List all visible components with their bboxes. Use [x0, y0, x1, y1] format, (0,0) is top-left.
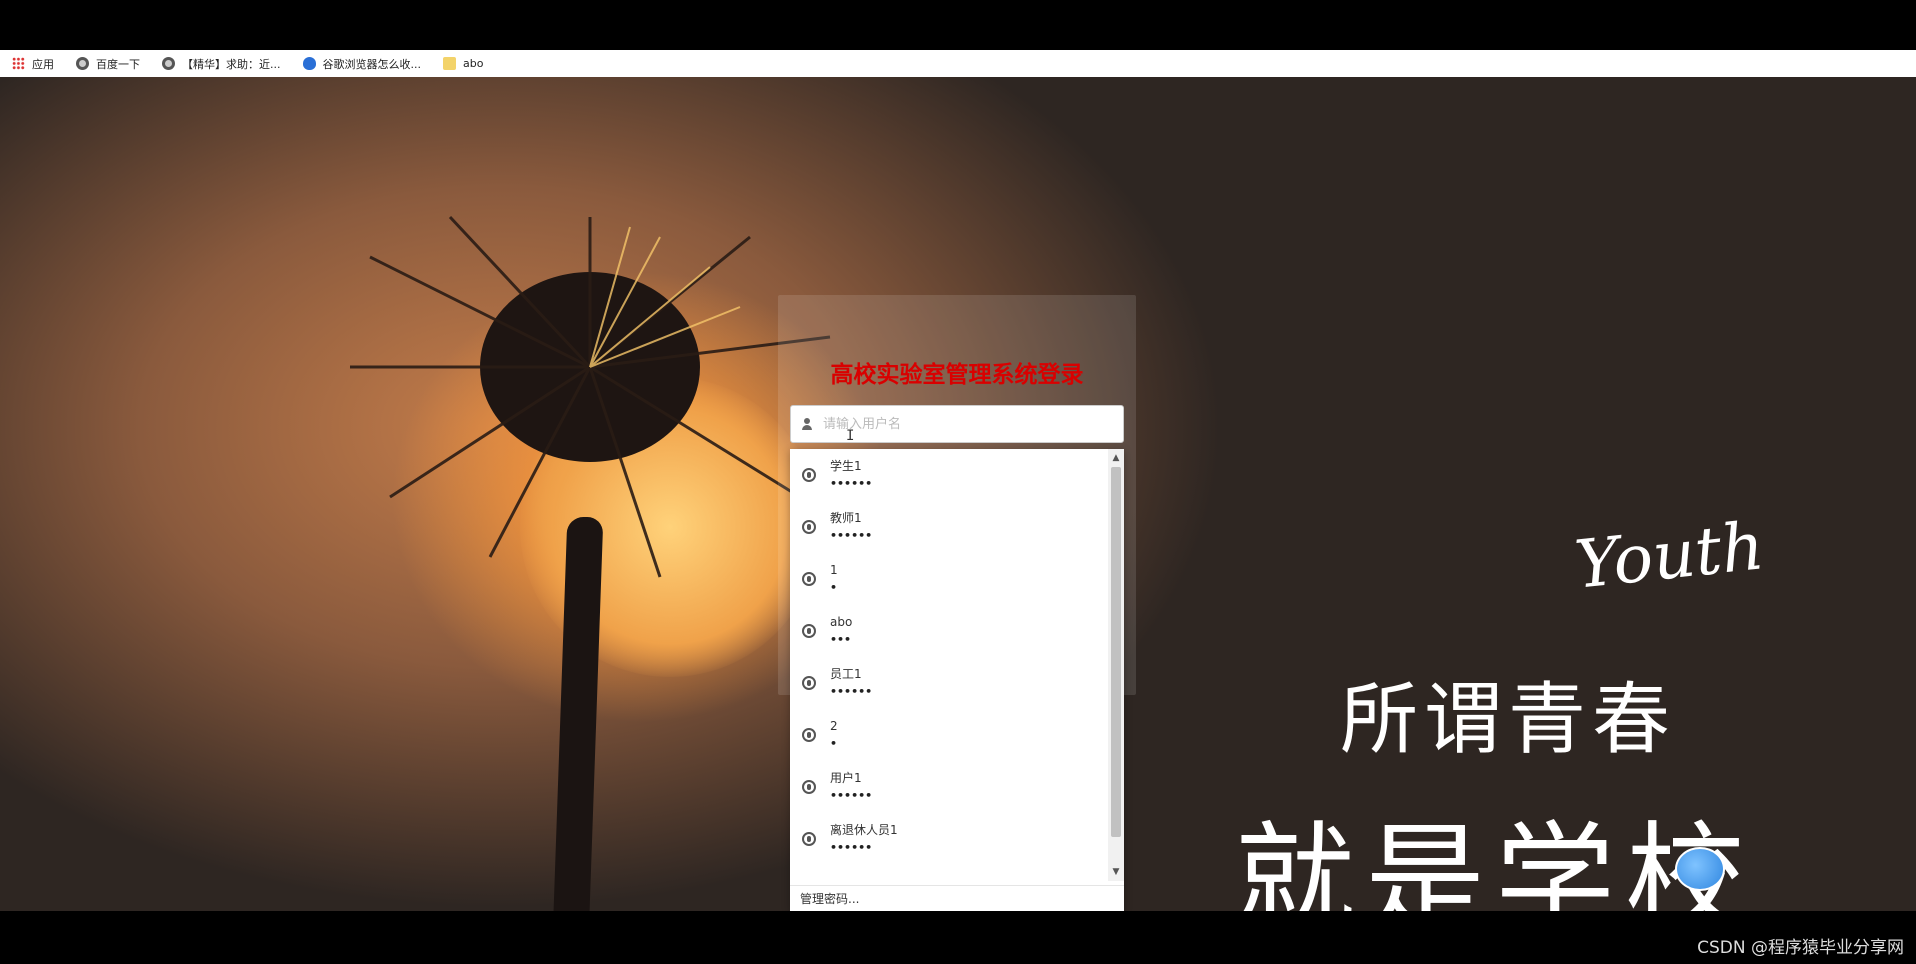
key-icon [802, 832, 816, 846]
username-field[interactable] [790, 405, 1124, 443]
apps-grid-icon [12, 57, 25, 70]
key-icon [802, 468, 816, 482]
list-item[interactable]: 教师1 •••••• [790, 501, 1108, 553]
bookmark-label: abo [463, 57, 484, 70]
list-item[interactable]: 1 • [790, 553, 1108, 605]
saved-username: 离退休人员1 [830, 823, 898, 837]
dropdown-scrollbar[interactable]: ▲ ▼ [1108, 449, 1124, 881]
text-cursor-icon: I [846, 428, 855, 444]
autocomplete-list: 学生1 •••••• 教师1 •••••• 1 • abo ••• 员工1 •••••• … [790, 449, 1108, 881]
slogan-line-2: 就是学校 [1235, 811, 1755, 911]
list-item[interactable]: abo ••• [790, 605, 1108, 657]
saved-password-mask: • [830, 737, 838, 750]
saved-username: 学生1 [830, 459, 862, 473]
globe-icon [162, 57, 175, 70]
bookmark-baidu[interactable]: 百度一下 [76, 56, 140, 72]
list-item[interactable]: 2 • [790, 709, 1108, 761]
manage-passwords-link[interactable]: 管理密码... [790, 885, 1124, 911]
key-icon [802, 780, 816, 794]
bookmarks-bar: 应用 百度一下 【精华】求助：近... 谷歌浏览器怎么收... abo [0, 50, 1916, 78]
paw-icon [302, 57, 316, 70]
bookmark-label: 百度一下 [96, 57, 140, 71]
saved-password-mask: •••••• [830, 685, 873, 698]
top-black-bar [0, 0, 1916, 50]
csdn-watermark: CSDN @程序猿毕业分享网 [1697, 938, 1904, 958]
saved-username: 1 [830, 563, 838, 577]
username-input[interactable] [821, 415, 1095, 433]
bookmark-label: 【精华】求助：近... [182, 57, 281, 71]
bookmark-chrome[interactable]: 谷歌浏览器怎么收... [302, 56, 422, 72]
list-item[interactable]: 用户1 •••••• [790, 761, 1108, 813]
youth-script-text: Youth [1571, 507, 1768, 604]
bookmark-help[interactable]: 【精华】求助：近... [162, 56, 281, 72]
saved-username: abo [830, 615, 853, 629]
key-icon [802, 624, 816, 638]
bookmark-apps[interactable]: 应用 [12, 56, 54, 72]
chevron-up-icon[interactable]: ▲ [1108, 451, 1124, 465]
autocomplete-dropdown: 学生1 •••••• 教师1 •••••• 1 • abo ••• 员工1 •••••• … [790, 449, 1124, 911]
saved-password-mask: •••••• [830, 529, 873, 542]
key-icon [802, 520, 816, 534]
saved-username: 用户1 [830, 771, 862, 785]
folder-icon [443, 57, 456, 70]
user-icon [799, 416, 815, 432]
saved-password-mask: ••• [830, 633, 852, 646]
bottom-black-bar [0, 911, 1916, 964]
scrollbar-thumb[interactable] [1111, 467, 1121, 837]
floating-assistant-icon[interactable] [1675, 847, 1725, 891]
saved-username: 2 [830, 719, 838, 733]
saved-password-mask: • [830, 581, 838, 594]
key-icon [802, 676, 816, 690]
bookmark-label: 应用 [32, 57, 54, 71]
saved-username: 员工1 [830, 667, 862, 681]
saved-password-mask: •••••• [830, 477, 873, 490]
saved-password-mask: •••••• [830, 789, 873, 802]
globe-icon [76, 57, 89, 70]
slogan-line-1: 所谓青春 [1340, 675, 1677, 765]
bookmark-abo[interactable]: abo [443, 57, 483, 70]
bookmark-label: 谷歌浏览器怎么收... [322, 57, 422, 71]
key-icon [802, 728, 816, 742]
list-item[interactable]: 员工1 •••••• [790, 657, 1108, 709]
list-item[interactable]: 学生1 •••••• [790, 449, 1108, 501]
list-item[interactable]: 离退休人员1 •••••• [790, 813, 1108, 865]
saved-username: 教师1 [830, 511, 862, 525]
chevron-down-icon[interactable]: ▼ [1108, 865, 1124, 879]
login-title: 高校实验室管理系统登录 [830, 362, 1084, 388]
key-icon [802, 572, 816, 586]
saved-password-mask: •••••• [830, 841, 873, 854]
